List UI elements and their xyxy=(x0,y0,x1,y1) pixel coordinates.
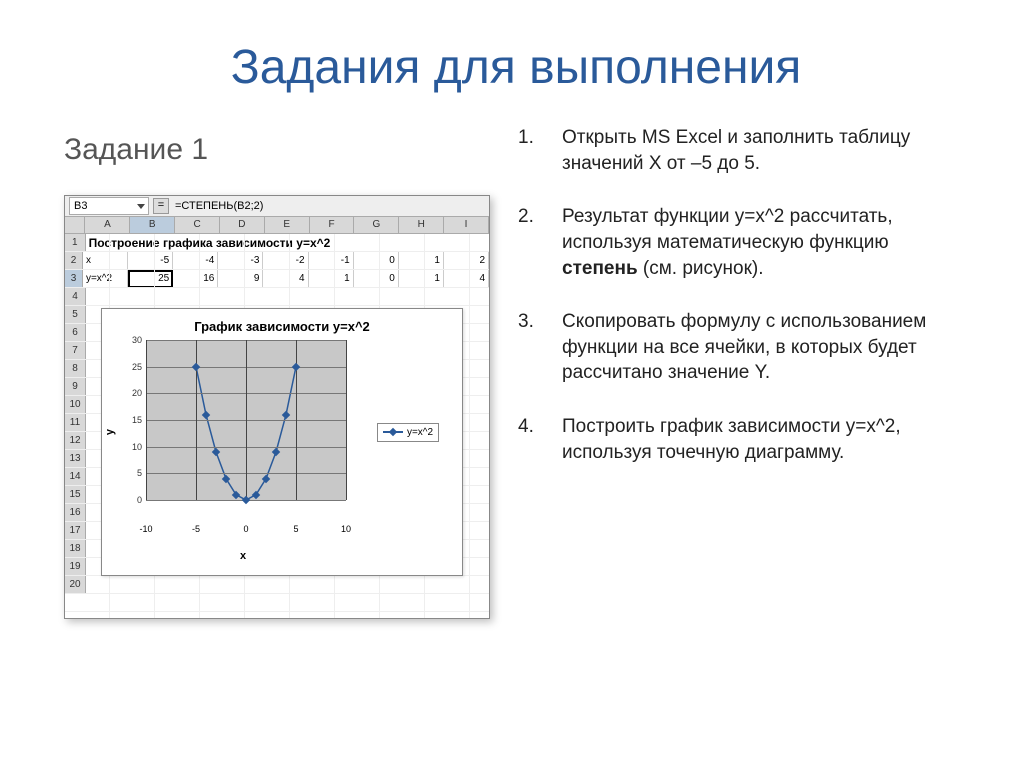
chart-legend: y=x^2 xyxy=(377,423,439,442)
formula-input[interactable]: =СТЕПЕНЬ(B2;2) xyxy=(173,200,489,212)
step-text: Результат функции y=x^2 рассчитать, испо… xyxy=(562,204,968,281)
page-title: Задания для выполнения xyxy=(64,40,968,95)
chart-ylabel: y xyxy=(102,340,118,524)
col-B[interactable]: B xyxy=(130,217,175,233)
step-4: 4. Построить график зависимости y=x^2, и… xyxy=(518,414,968,465)
chart-title: График зависимости y=x^2 xyxy=(102,319,462,334)
plot-area xyxy=(146,340,346,500)
step-text: Открыть MS Excel и заполнить таблицу зна… xyxy=(562,125,968,176)
legend-label: y=x^2 xyxy=(407,427,433,438)
excel-screenshot: B3 = =СТЕПЕНЬ(B2;2) A B C D E F G H I xyxy=(64,195,490,619)
worksheet-grid[interactable]: 1 Построение графика зависимости y=x^2 2… xyxy=(65,234,489,618)
col-A[interactable]: A xyxy=(85,217,130,233)
task-subtitle: Задание 1 xyxy=(64,133,494,167)
right-column: 1. Открыть MS Excel и заполнить таблицу … xyxy=(518,125,968,493)
left-column: Задание 1 B3 = =СТЕПЕНЬ(B2;2) A B C D E … xyxy=(64,125,494,619)
col-G[interactable]: G xyxy=(354,217,399,233)
step-text: Построить график зависимости y=x^2, испо… xyxy=(562,414,968,465)
step-number: 2. xyxy=(518,204,562,281)
step-3: 3. Скопировать формулу с использованием … xyxy=(518,309,968,386)
name-box[interactable]: B3 xyxy=(69,197,149,215)
step-1: 1. Открыть MS Excel и заполнить таблицу … xyxy=(518,125,968,176)
embedded-chart[interactable]: График зависимости y=x^2 y 051015202530 xyxy=(101,308,463,576)
col-I[interactable]: I xyxy=(444,217,489,233)
step-number: 3. xyxy=(518,309,562,386)
column-headers: A B C D E F G H I xyxy=(65,217,489,234)
col-H[interactable]: H xyxy=(399,217,444,233)
col-C[interactable]: C xyxy=(175,217,220,233)
formula-bar: B3 = =СТЕПЕНЬ(B2;2) xyxy=(65,196,489,217)
col-D[interactable]: D xyxy=(220,217,265,233)
step-text: Скопировать формулу с использованием фун… xyxy=(562,309,968,386)
step-number: 4. xyxy=(518,414,562,465)
slide: Задания для выполнения Задание 1 B3 = =С… xyxy=(0,0,1024,768)
formula-equals-icon[interactable]: = xyxy=(153,198,169,214)
col-F[interactable]: F xyxy=(310,217,355,233)
col-E[interactable]: E xyxy=(265,217,310,233)
step-number: 1. xyxy=(518,125,562,176)
steps-list: 1. Открыть MS Excel и заполнить таблицу … xyxy=(518,125,968,465)
legend-marker-icon xyxy=(383,431,403,433)
step-2: 2. Результат функции y=x^2 рассчитать, и… xyxy=(518,204,968,281)
